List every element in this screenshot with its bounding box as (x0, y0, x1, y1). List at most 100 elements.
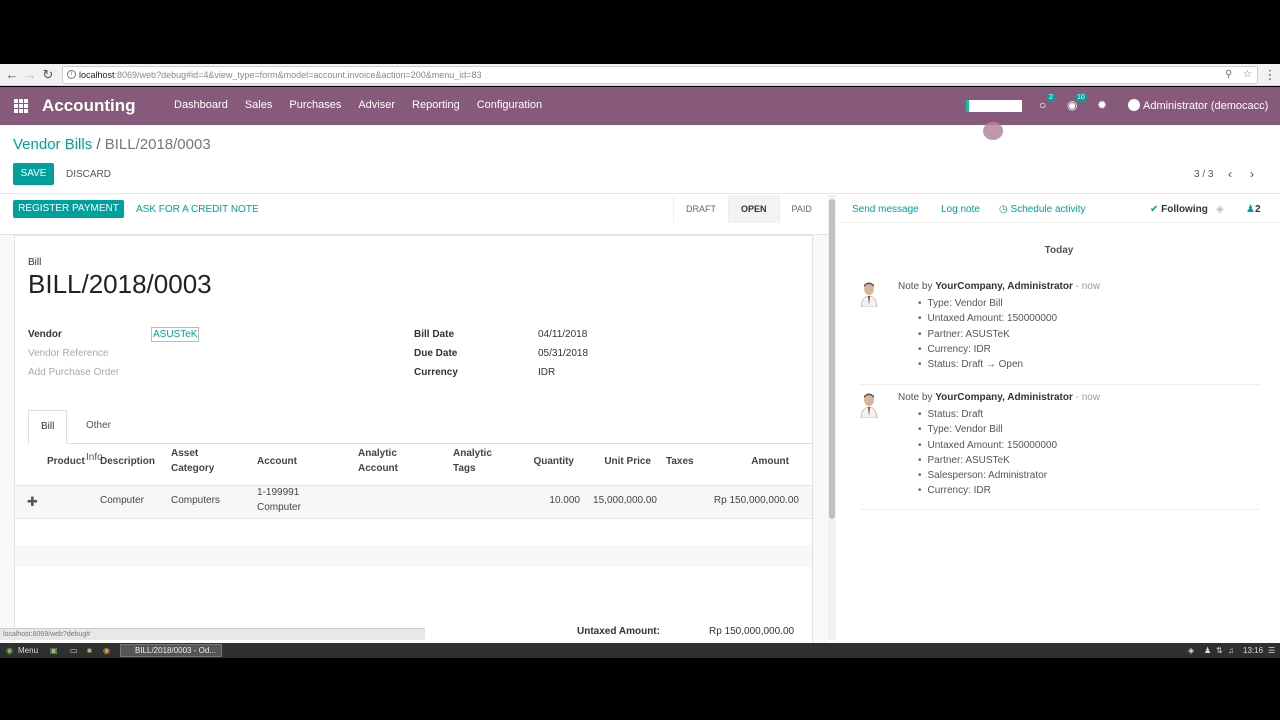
breadcrumb-current: BILL/2018/0003 (104, 136, 211, 153)
breadcrumb-separator: / (96, 136, 101, 153)
bookmark-star-icon[interactable]: ☆ (1243, 67, 1252, 83)
col-unit-price[interactable]: Unit Price (591, 455, 651, 469)
discard-button[interactable]: DISCARD (66, 169, 111, 180)
pager-previous-icon[interactable]: ‹ (1228, 167, 1232, 181)
col-analytic-account-line2[interactable]: Account (358, 462, 398, 476)
message-author[interactable]: YourCompany, Administrator (935, 392, 1073, 403)
forward-arrow-icon[interactable]: → (22, 67, 38, 83)
col-analytic-account-line1[interactable]: Analytic (358, 447, 397, 461)
taskbar-window-button[interactable]: BILL/2018/0003 - Od... (120, 644, 222, 657)
breadcrumb-vendor-bills[interactable]: Vendor Bills (13, 136, 92, 153)
user-icon: ♟ (1246, 204, 1255, 215)
status-step-paid[interactable]: PAID (778, 195, 824, 223)
cell-amount[interactable]: Rp 150,000,000.00 (690, 494, 799, 508)
menu-adviser[interactable]: Adviser (358, 99, 395, 111)
due-date-field[interactable]: 05/31/2018 (538, 348, 588, 359)
terminal-icon[interactable]: ▭ (70, 645, 78, 656)
user-menu[interactable]: Administrator (democacc) (1128, 99, 1268, 112)
browser-icon[interactable]: ◉ (103, 645, 110, 656)
reload-icon[interactable]: ↻ (40, 67, 56, 83)
col-product[interactable]: Product (47, 455, 85, 469)
discuss-icon[interactable]: ○ 2 (1039, 93, 1055, 112)
followers-count: 2 (1254, 204, 1261, 215)
message-header: Note by YourCompany, Administrator - now (898, 281, 1100, 292)
info-icon[interactable]: i (67, 70, 76, 79)
network-icon[interactable]: ⇅ (1216, 645, 1223, 656)
shield-icon[interactable]: ◈ (1188, 645, 1194, 656)
pager-next-icon[interactable]: › (1250, 167, 1254, 181)
bell-icon[interactable]: ◈ (1216, 204, 1224, 215)
apps-grid-icon[interactable] (14, 99, 28, 113)
vendor-field[interactable]: ASUSTeK (151, 327, 199, 342)
browser-menu-icon[interactable]: ⋮ (1262, 67, 1278, 83)
tab-other-info[interactable]: Other Info (74, 410, 123, 463)
following-button[interactable]: ✔ Following (1150, 204, 1208, 215)
menu-reporting[interactable]: Reporting (412, 99, 460, 111)
show-desktop-icon[interactable]: ▣ (50, 645, 58, 656)
col-asset-category-line2[interactable]: Category (171, 462, 214, 476)
menu-dashboard[interactable]: Dashboard (174, 99, 228, 111)
zoom-icon[interactable]: ⚲ (1225, 67, 1232, 83)
clock[interactable]: 13:16 (1243, 645, 1263, 656)
cell-account-line2[interactable]: Computer (257, 501, 301, 515)
bill-date-field[interactable]: 04/11/2018 (538, 329, 587, 340)
os-menu-button[interactable]: Menu (18, 645, 38, 656)
os-menu-icon[interactable]: ◉ (6, 645, 13, 656)
systray-search-bar[interactable] (966, 100, 1022, 112)
followers-button[interactable]: ♟2 (1246, 204, 1261, 215)
cell-asset-category[interactable]: Computers (171, 494, 220, 508)
bill-title: BILL/2018/0003 (28, 269, 212, 299)
menu-purchases[interactable]: Purchases (289, 99, 341, 111)
date-separator: Today (1044, 245, 1074, 256)
add-purchase-order-label[interactable]: Add Purchase Order (28, 367, 119, 378)
activity-icon[interactable]: ◉ 10 (1067, 93, 1087, 112)
schedule-activity-label: Schedule activity (1010, 204, 1086, 215)
send-message-button[interactable]: Send message (852, 204, 919, 215)
save-button[interactable]: SAVE (13, 163, 54, 185)
menu-sales[interactable]: Sales (245, 99, 273, 111)
col-description[interactable]: Description (100, 455, 155, 469)
cell-unit-price[interactable]: 15,000,000.00 (582, 494, 657, 508)
tracking-item: Status: Draft (918, 407, 1057, 422)
user-tray-icon[interactable]: ♟ (1204, 645, 1211, 656)
message-time: - now (1075, 392, 1101, 403)
col-amount[interactable]: Amount (720, 455, 789, 469)
register-payment-button[interactable]: REGISTER PAYMENT (13, 200, 124, 218)
volume-icon[interactable]: ♫ (1228, 645, 1234, 656)
drag-handle-icon[interactable]: ✚ (27, 494, 38, 510)
col-asset-category-line1[interactable]: Asset (171, 447, 198, 461)
tracking-item: Type: Vendor Bill (918, 422, 1057, 437)
files-icon[interactable]: ■ (87, 645, 92, 656)
message-author[interactable]: YourCompany, Administrator (935, 281, 1073, 292)
cell-quantity[interactable]: 10.000 (520, 494, 580, 508)
col-analytic-tags-line1[interactable]: Analytic (453, 447, 492, 461)
back-arrow-icon[interactable]: ← (4, 67, 20, 83)
col-taxes[interactable]: Taxes (666, 455, 694, 469)
schedule-activity-button[interactable]: ◷ Schedule activity (999, 204, 1086, 215)
pager-value[interactable]: 3 / 3 (1194, 169, 1213, 180)
user-avatar (1128, 99, 1140, 111)
form-scrollbar[interactable] (828, 195, 836, 640)
check-icon: ✔ (1150, 204, 1159, 215)
tab-bill[interactable]: Bill (28, 410, 68, 444)
vendor-reference-label[interactable]: Vendor Reference (28, 348, 109, 359)
cell-description[interactable]: Computer (100, 494, 144, 508)
credit-note-button[interactable]: ASK FOR A CREDIT NOTE (136, 204, 259, 215)
status-step-open[interactable]: OPEN (728, 195, 779, 223)
col-analytic-tags-line2[interactable]: Tags (453, 462, 476, 476)
currency-field[interactable]: IDR (538, 367, 555, 378)
app-title[interactable]: Accounting (42, 96, 136, 116)
following-label: Following (1161, 204, 1208, 215)
debug-bug-icon[interactable]: ✹ (1097, 98, 1107, 112)
col-quantity[interactable]: Quantity (514, 455, 574, 469)
menu-configuration[interactable]: Configuration (477, 99, 542, 111)
system-menu-icon[interactable]: ☰ (1268, 645, 1275, 656)
col-account[interactable]: Account (257, 455, 297, 469)
bill-date-label: Bill Date (414, 329, 455, 340)
scrollbar-thumb[interactable] (829, 199, 835, 519)
log-note-button[interactable]: Log note (941, 204, 980, 215)
tracking-item: Salesperson: Administrator (918, 468, 1057, 483)
status-step-draft[interactable]: DRAFT (673, 195, 728, 223)
address-bar[interactable]: i localhost:8069/web?debug#id=4&view_typ… (62, 66, 1258, 84)
cell-account-line1[interactable]: 1-199991 (257, 486, 299, 500)
